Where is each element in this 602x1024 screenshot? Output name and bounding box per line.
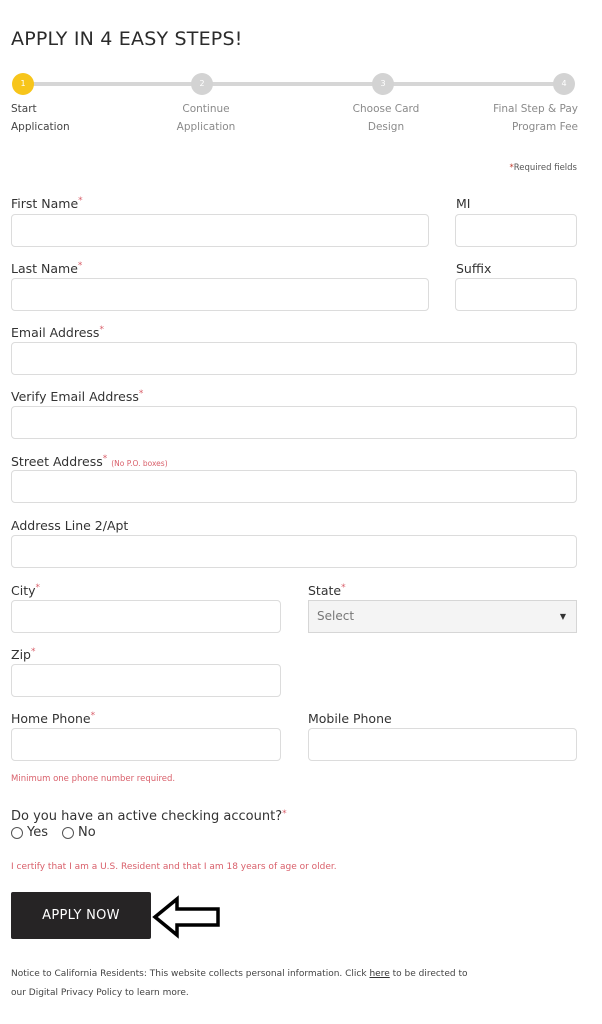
required-marker: *: [282, 809, 287, 819]
state-select[interactable]: Select ▼: [308, 600, 577, 633]
certify-statement: I certify that I am a U.S. Resident and …: [11, 862, 337, 872]
radio-no-label: No: [78, 825, 96, 840]
step-3-label-line1: Choose Card: [352, 103, 420, 115]
required-marker: *: [99, 325, 104, 335]
step-1-indicator: 1: [12, 73, 34, 95]
apply-now-button[interactable]: APPLY NOW: [11, 892, 151, 939]
zip-label: Zip*: [11, 647, 35, 662]
verify-email-input[interactable]: [11, 406, 577, 439]
street-address-input[interactable]: [11, 470, 577, 503]
step-2-indicator: 2: [191, 73, 213, 95]
step-3-label: Choose Card Design: [345, 100, 427, 136]
zip-label-text: Zip: [11, 647, 31, 662]
mi-label: MI: [456, 196, 471, 211]
last-name-label-text: Last Name: [11, 261, 78, 276]
checking-account-radio-group: Yes No: [11, 825, 110, 840]
home-phone-label-text: Home Phone: [11, 711, 91, 726]
email-input[interactable]: [11, 342, 577, 375]
step-4-label-line2: Program Fee: [511, 121, 578, 133]
checking-question-text: Do you have an active checking account?: [11, 809, 283, 824]
mobile-phone-input[interactable]: [308, 728, 577, 761]
state-selected-value: Select: [317, 609, 355, 623]
required-fields-note: *Required fields: [509, 163, 577, 173]
step-1-label-line2: Application: [11, 121, 70, 133]
step-4-indicator: 4: [553, 73, 575, 95]
address-line2-label: Address Line 2/Apt: [11, 518, 129, 533]
step-1-label-line1: Start: [11, 103, 37, 115]
notice-text-before: Notice to California Residents: This web…: [11, 969, 370, 979]
state-label: State*: [308, 583, 346, 598]
required-marker: *: [35, 583, 41, 593]
city-label-text: City: [11, 583, 36, 598]
radio-yes-label: Yes: [27, 825, 48, 840]
required-marker: *: [30, 647, 36, 657]
california-notice: Notice to California Residents: This web…: [11, 965, 481, 1003]
state-label-text: State: [308, 583, 342, 598]
verify-email-label-text: Verify Email Address: [11, 389, 139, 404]
phone-requirement-note: Minimum one phone number required.: [11, 774, 176, 784]
step-1-label: Start Application: [11, 100, 70, 136]
step-2-label-line1: Continue: [182, 103, 230, 115]
stepper-track: [22, 82, 566, 86]
first-name-label-text: First Name: [11, 196, 79, 211]
suffix-input[interactable]: [455, 278, 577, 311]
verify-email-label: Verify Email Address*: [11, 389, 143, 404]
radio-yes[interactable]: [11, 826, 23, 839]
last-name-input[interactable]: [11, 278, 429, 311]
step-3-label-line2: Design: [367, 121, 405, 133]
email-label: Email Address*: [11, 325, 104, 340]
progress-stepper: 1 2 3 4 Start Application Continue Appli…: [0, 72, 602, 142]
checking-account-question: Do you have an active checking account?*: [11, 809, 287, 824]
zip-input[interactable]: [11, 664, 281, 697]
required-marker: *: [90, 711, 96, 721]
required-marker: *: [102, 454, 108, 464]
step-2-label: Continue Application: [172, 100, 240, 136]
address-line2-input[interactable]: [11, 535, 577, 568]
step-4-label: Final Step & Pay Program Fee: [493, 100, 578, 136]
first-name-input[interactable]: [11, 214, 429, 247]
step-3-indicator: 3: [372, 73, 394, 95]
step-2-label-line2: Application: [176, 121, 236, 133]
last-name-label: Last Name*: [11, 261, 82, 276]
required-marker: *: [78, 196, 83, 206]
page-title: APPLY IN 4 EASY STEPS!: [11, 28, 243, 50]
street-address-label: Street Address* (No P.O. boxes): [11, 454, 168, 469]
required-marker: *: [341, 583, 346, 593]
step-4-label-line1: Final Step & Pay: [493, 103, 578, 115]
suffix-label: Suffix: [456, 261, 492, 276]
first-name-label: First Name*: [11, 196, 83, 211]
no-po-boxes-hint: (No P.O. boxes): [111, 459, 168, 468]
privacy-policy-link[interactable]: here: [369, 969, 389, 979]
required-fields-text: Required fields: [513, 163, 577, 173]
checking-no-option[interactable]: No: [62, 825, 96, 840]
mobile-phone-label: Mobile Phone: [308, 711, 392, 726]
home-phone-label: Home Phone*: [11, 711, 95, 726]
checking-yes-option[interactable]: Yes: [11, 825, 48, 840]
street-address-label-text: Street Address: [11, 454, 103, 469]
required-marker: *: [77, 261, 83, 271]
caret-down-icon: ▼: [559, 612, 566, 621]
radio-no[interactable]: [62, 826, 74, 839]
city-label: City*: [11, 583, 40, 598]
email-label-text: Email Address: [11, 325, 100, 340]
home-phone-input[interactable]: [11, 728, 281, 761]
arrow-left-icon: [152, 895, 220, 939]
mi-input[interactable]: [455, 214, 577, 247]
city-input[interactable]: [11, 600, 281, 633]
required-marker: *: [138, 389, 144, 399]
